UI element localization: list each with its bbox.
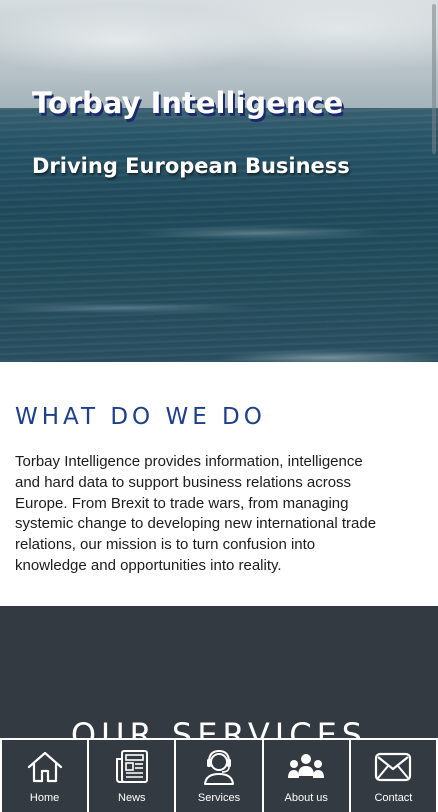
nav-item-services[interactable]: Services [176,740,264,812]
page-scrollbar[interactable] [432,4,436,154]
hero-banner: Torbay Intelligence Driving European Bus… [0,0,438,362]
nav-item-contact[interactable]: Contact [351,740,438,812]
nav-label-services: Services [197,792,241,804]
hero-sea-image [0,108,438,362]
headset-agent-icon [199,748,239,786]
nav-item-home[interactable]: Home [0,740,90,812]
nav-item-about-us[interactable]: About us [264,740,351,812]
site-title: Torbay Intelligence [32,86,344,120]
bottom-nav: Home News Services About us Contact [0,738,438,812]
newspaper-icon [112,748,152,786]
nav-label-news: News [118,792,146,804]
what-we-do-text: Torbay Intelligence provides information… [15,453,377,574]
site-tagline: Driving European Business [32,154,350,178]
envelope-icon [373,748,413,786]
home-icon [25,748,65,786]
what-we-do-section: WHAT DO WE DO Torbay Intelligence provid… [0,362,438,606]
nav-label-home: Home [29,792,60,804]
nav-item-news[interactable]: News [89,740,177,812]
nav-label-contact: Contact [374,792,413,804]
page: Torbay Intelligence Driving European Bus… [0,0,438,812]
nav-label-about-us: About us [284,792,328,804]
team-icon [286,748,326,786]
what-we-do-heading: WHAT DO WE DO [15,404,266,430]
